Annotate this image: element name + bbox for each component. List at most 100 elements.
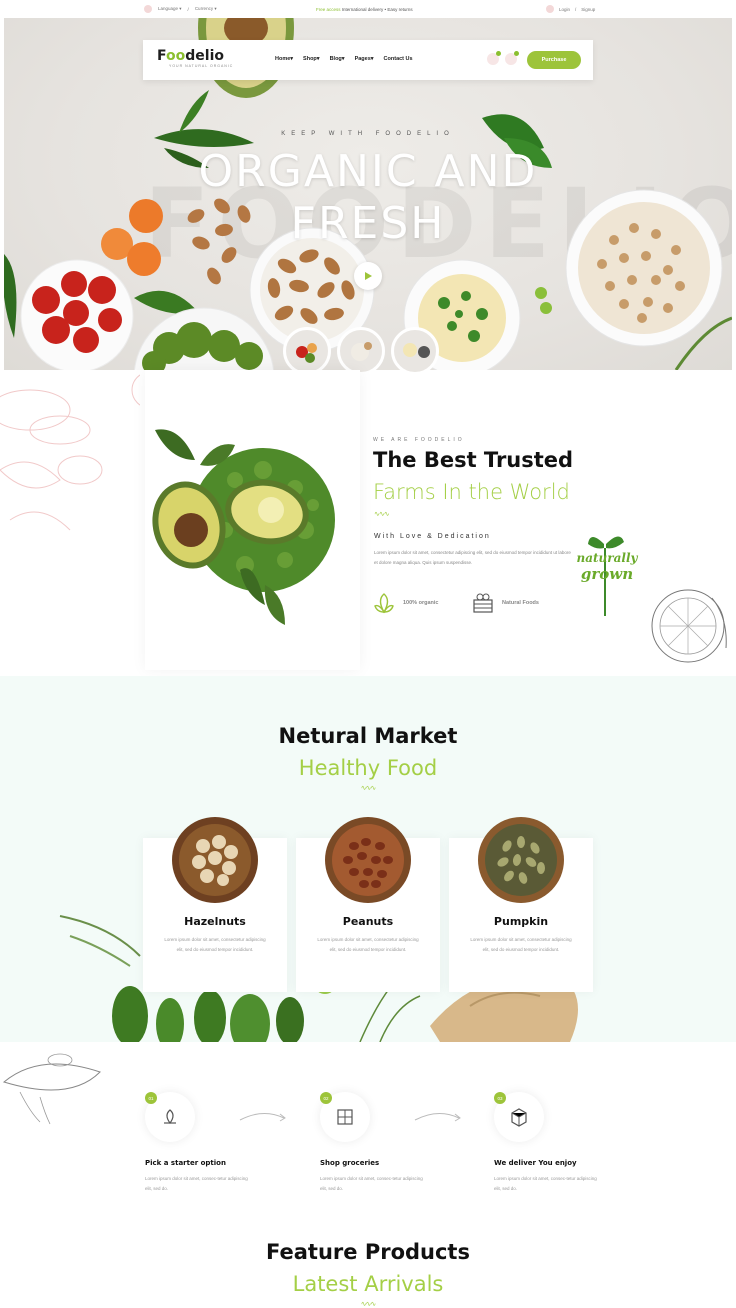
hero-section: FOODELIO Foodelio YOUR NATURAL ORGANIC H… — [4, 18, 732, 370]
product-card-pumpkin[interactable]: Pumpkin Lorem ipsum dolor sit amet, cons… — [449, 817, 593, 992]
logo-suffix: delio — [185, 48, 224, 64]
slider-thumb-1[interactable] — [283, 327, 331, 375]
product-card-hazelnuts[interactable]: Hazelnuts Lorem ipsum dolor sit amet, co… — [143, 817, 287, 992]
delivery-box-icon — [511, 1108, 527, 1127]
about-image-card — [145, 370, 360, 670]
about-title: The Best Trusted — [373, 448, 574, 472]
currency-label: Currency — [194, 6, 214, 11]
about-eyebrow: WE ARE FOODELIO — [373, 437, 465, 443]
about-subtitle: Farms In the World — [373, 480, 570, 504]
hazelnut-bowl-image — [172, 817, 258, 903]
nav-item-label: Shop — [303, 56, 317, 62]
nav-item-pages[interactable]: Pages▾ — [355, 56, 374, 62]
top-bar-right: Login / Signup — [546, 5, 595, 13]
naturally-grown-badge: naturally grown — [568, 526, 648, 621]
site-logo[interactable]: Foodelio YOUR NATURAL ORGANIC — [157, 48, 233, 68]
step-desc: Lorem ipsum dolor sit amet, consec-tetur… — [320, 1176, 423, 1191]
step-title: Shop groceries — [320, 1159, 380, 1167]
signup-link[interactable]: Signup — [581, 7, 595, 12]
nav-item-shop[interactable]: Shop▾ — [303, 56, 320, 62]
language-label: Language — [158, 6, 179, 11]
nav-menu: Home▾ Shop▾ Blog▾ Pages▾ Contact Us — [275, 56, 413, 62]
market-section: Netural Market Healthy Food ∿∿∿ Hazelnut… — [0, 676, 736, 1042]
logo-wordmark: Foodelio — [157, 48, 233, 64]
thumb-food-image — [296, 343, 317, 363]
featured-subtitle: Latest Arrivals — [292, 1272, 444, 1296]
step-title: We deliver You enjoy — [494, 1159, 577, 1167]
grocery-grid-icon — [337, 1109, 353, 1125]
product-name: Pumpkin — [493, 915, 549, 928]
nav-item-blog[interactable]: Blog▾ — [330, 56, 345, 62]
featured-wave-divider: ∿∿∿ — [360, 1301, 377, 1308]
slider-thumb-3[interactable] — [391, 327, 439, 375]
about-section: WE ARE FOODELIO The Best Trusted Farms I… — [0, 370, 736, 676]
cart-count-dot — [514, 51, 519, 56]
nut-sketch — [2, 1053, 101, 1125]
about-wave-divider: ∿∿∿ — [374, 511, 390, 518]
how-it-works-section: 01 Pick a starter option Lorem ipsum dol… — [0, 1042, 736, 1212]
feature-natural-label: Natural Foods — [502, 600, 539, 606]
lemon-sketch — [651, 589, 727, 663]
login-link[interactable]: Login — [559, 7, 570, 12]
market-wave-divider: ∿∿∿ — [360, 785, 377, 792]
language-select[interactable]: Language ▾ — [158, 6, 182, 12]
promo-text: Free access International delivery • Eas… — [316, 7, 413, 12]
flag-icon — [144, 5, 152, 13]
step-desc: Lorem ipsum dolor sit amet, consec-tetur… — [494, 1176, 597, 1191]
product-name: Hazelnuts — [184, 915, 246, 928]
top-bar: Language ▾ / Currency ▾ Free access Inte… — [0, 0, 736, 18]
play-icon — [365, 272, 372, 280]
peanut-bowl-image — [325, 817, 411, 903]
step-number: 01 — [145, 1092, 157, 1104]
promo-highlight: Free access — [316, 6, 341, 12]
logo-prefix: F — [157, 48, 166, 64]
currency-select[interactable]: Currency ▾ — [195, 6, 217, 12]
featured-products-section: Feature Products Latest Arrivals ∿∿∿ — [0, 1212, 736, 1308]
main-nav: Foodelio YOUR NATURAL ORGANIC Home▾ Shop… — [143, 40, 593, 80]
slider-thumb-2[interactable] — [337, 327, 385, 375]
arrow-icon — [239, 1113, 286, 1122]
avocado-illustration — [152, 429, 335, 625]
product-desc: Lorem ipsum dolor sit amet, consectetur … — [164, 937, 266, 952]
featured-title: Feature Products — [266, 1240, 470, 1264]
hero-eyebrow: KEEP WITH FOODELIO — [281, 131, 455, 137]
thumb-food-image — [403, 343, 430, 358]
step-desc: Lorem ipsum dolor sit amet, consec-tetur… — [145, 1176, 248, 1191]
feature-natural: Natural Foods — [472, 592, 539, 614]
market-title: Netural Market — [278, 724, 458, 748]
badge-line1: naturally — [576, 551, 638, 565]
sketch-decoration-left — [0, 374, 140, 531]
hero-title: ORGANIC AND FRESH — [4, 146, 732, 250]
pumpkin-seed-bowl-image — [478, 817, 564, 903]
market-subtitle: Healthy Food — [298, 756, 438, 780]
purchase-button[interactable]: Purchase — [527, 51, 581, 69]
leaf-icon — [374, 593, 394, 614]
play-button[interactable] — [354, 262, 382, 290]
product-desc: Lorem ipsum dolor sit amet, consectetur … — [470, 937, 572, 952]
about-tagline: With Love & Dedication — [374, 533, 491, 540]
hero-title-line1: ORGANIC AND — [198, 146, 538, 197]
badge-line2: grown — [580, 565, 634, 583]
product-card-peanuts[interactable]: Peanuts Lorem ipsum dolor sit amet, cons… — [296, 817, 440, 992]
basket-icon — [473, 593, 493, 613]
feature-organic: 100% organic — [373, 592, 438, 614]
user-icon — [546, 5, 554, 13]
nav-item-home[interactable]: Home▾ — [275, 56, 293, 62]
separator: / — [575, 6, 577, 12]
page: Language ▾ / Currency ▾ Free access Inte… — [0, 0, 736, 1308]
nav-item-label: Home — [275, 56, 291, 62]
nav-item-contact[interactable]: Contact Us — [384, 56, 413, 62]
product-name: Peanuts — [342, 915, 394, 928]
nav-item-label: Blog — [329, 56, 342, 62]
logo-tagline: YOUR NATURAL ORGANIC — [169, 64, 234, 68]
product-desc: Lorem ipsum dolor sit amet, consectetur … — [317, 937, 419, 952]
top-bar-left: Language ▾ / Currency ▾ — [144, 5, 217, 13]
user-icon[interactable] — [487, 51, 501, 65]
promo-body: International delivery • Easy returns — [341, 6, 413, 12]
feature-organic-label: 100% organic — [403, 600, 439, 606]
nav-icons — [487, 51, 519, 65]
step-number: 03 — [494, 1092, 506, 1104]
nav-item-label: Pages — [354, 56, 371, 62]
cart-icon[interactable] — [505, 51, 519, 65]
hero-slider-thumbs — [283, 327, 439, 375]
